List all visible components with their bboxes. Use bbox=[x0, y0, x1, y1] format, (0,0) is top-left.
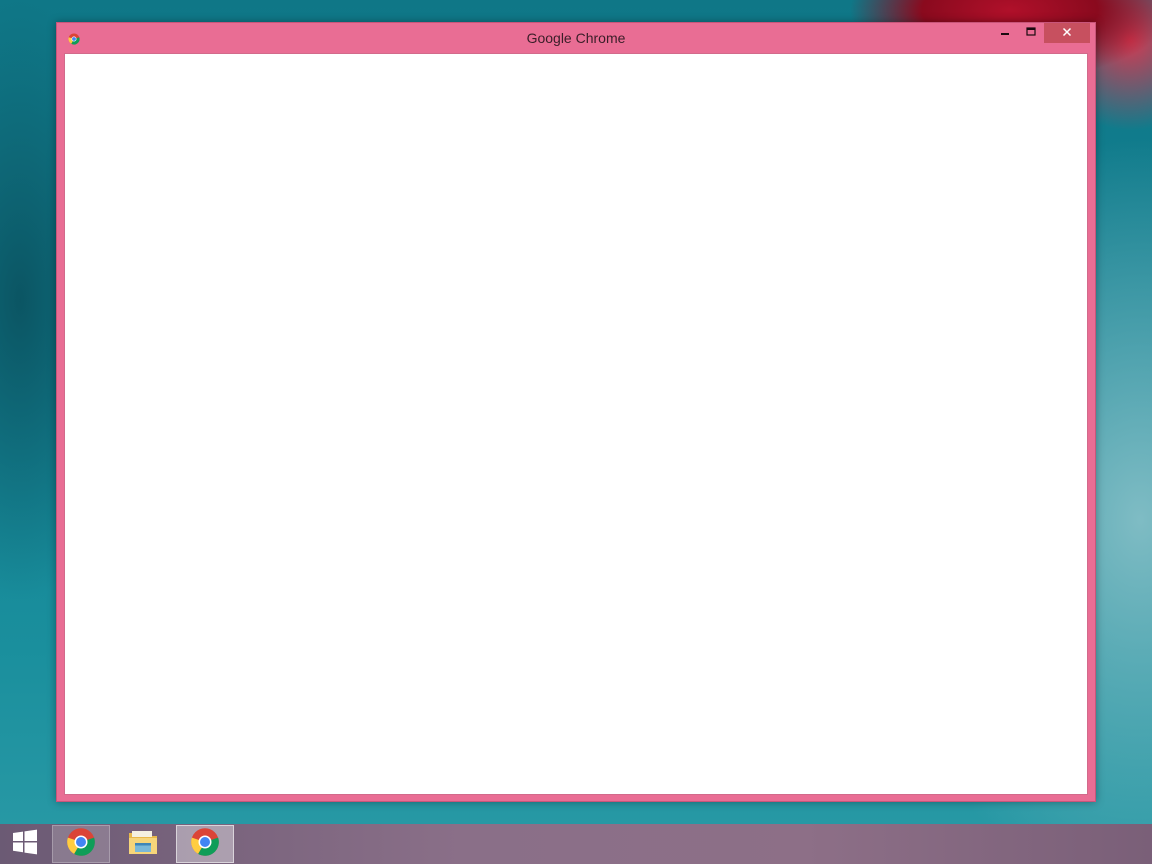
minimize-icon bbox=[1000, 24, 1010, 42]
chrome-window: Google Chrome bbox=[56, 22, 1096, 802]
browser-content-area[interactable] bbox=[64, 53, 1088, 795]
window-title: Google Chrome bbox=[526, 30, 626, 46]
maximize-button[interactable] bbox=[1018, 23, 1044, 43]
close-icon bbox=[1062, 24, 1072, 42]
close-button[interactable] bbox=[1044, 23, 1090, 43]
taskbar-file-explorer-button[interactable] bbox=[114, 825, 172, 863]
chrome-icon bbox=[190, 827, 220, 862]
file-explorer-icon bbox=[127, 827, 159, 862]
chrome-icon[interactable] bbox=[68, 32, 80, 45]
taskbar-chrome-button-active[interactable] bbox=[176, 825, 234, 863]
taskbar bbox=[0, 824, 1152, 864]
start-button[interactable] bbox=[0, 824, 50, 864]
chrome-icon bbox=[66, 827, 96, 862]
windows-logo-icon bbox=[12, 829, 38, 860]
maximize-icon bbox=[1026, 24, 1036, 42]
taskbar-chrome-button[interactable] bbox=[52, 825, 110, 863]
title-bar[interactable]: Google Chrome bbox=[57, 23, 1095, 53]
minimize-button[interactable] bbox=[992, 23, 1018, 43]
